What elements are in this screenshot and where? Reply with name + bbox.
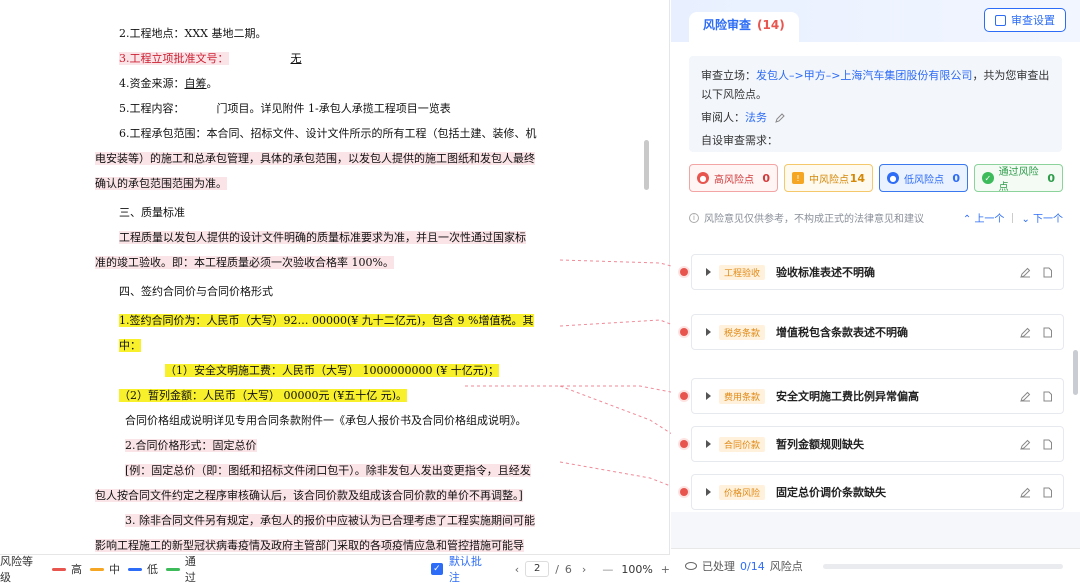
document-icon[interactable]: [1042, 267, 1053, 278]
contract-document[interactable]: 2.工程地点：XXX 基地二期。 3.工程立项批准文号：无 4.资金来源：自筹。…: [0, 0, 670, 583]
review-settings-button[interactable]: 审查设置: [984, 8, 1066, 32]
prev-risk-button[interactable]: ⌃ 上一个: [963, 210, 1005, 225]
panel-header: 风险审查 (14) 审查设置: [671, 0, 1080, 43]
expand-icon[interactable]: [706, 268, 711, 276]
document-icon[interactable]: [1042, 391, 1053, 402]
doc-line: 中：: [119, 339, 141, 352]
risk-title: 安全文明施工费比例异常偏高: [776, 390, 920, 403]
doc-line: 四、签约合同价与合同价格形式: [119, 285, 273, 298]
legend-low: 低: [127, 561, 158, 577]
legend-medium: 中: [89, 561, 120, 577]
next-page-icon[interactable]: ›: [582, 563, 586, 576]
doc-line: 电安装等）的施工和总承包管理，具体的承包范围，以发包人提供的施工图纸和发包人最终: [95, 152, 535, 165]
doc-line: 6.工程承包范围：本合同、招标文件、设计文件所示的所有工程（包括土建、装修、机: [119, 127, 537, 140]
doc-line: 4.资金来源：自筹。: [119, 77, 218, 90]
expand-icon[interactable]: [706, 328, 711, 336]
doc-line: 三、质量标准: [119, 206, 185, 219]
risk-tag: 费用条款: [719, 388, 766, 404]
badge-pass[interactable]: ✓ 通过风险点 0: [974, 164, 1063, 193]
risk-title: 固定总价调价条款缺失: [776, 486, 887, 499]
risk-dot-icon: [680, 488, 688, 496]
doc-line: 3. 除非合同文件另有规定，承包人的报价中应被认为已合理考虑了工程实施期间可能: [125, 514, 535, 527]
doc-line: 3.工程立项批准文号：无: [119, 52, 302, 65]
doc-line: 包人按合同文件约定之程序审核确认后，该合同价款及组成该合同价款的单价不再调整。]: [95, 489, 523, 502]
document-icon[interactable]: [1042, 327, 1053, 338]
doc-line: 合同价格组成说明详见专用合同条款附件一《承包人报价书及合同价格组成说明》。: [125, 414, 527, 427]
edit-icon[interactable]: [1020, 439, 1031, 450]
risk-dot-icon: [680, 328, 688, 336]
risk-item[interactable]: 价格风险 固定总价调价条款缺失: [680, 474, 1064, 510]
risk-dot-icon: [680, 268, 688, 276]
tab-risk-review[interactable]: 风险审查 (14): [689, 12, 799, 43]
custom-review-label: 自设审查需求：: [701, 134, 778, 147]
doc-line: 准的竣工验收。即：本工程质量必须一次验收合格率 100%。: [95, 256, 394, 269]
legend-pass: 通过: [165, 553, 207, 583]
risk-summary-badges: ● 高风险点 0 ! 中风险点 14 ● 低风险点 0 ✓ 通过风险点 0: [689, 164, 1063, 193]
progress-bar: [822, 563, 1063, 569]
page-input[interactable]: 2: [525, 561, 550, 577]
shield-icon: !: [792, 172, 804, 184]
edit-icon[interactable]: [1020, 267, 1031, 278]
disclaimer-row: i 风险意见仅供参考，不构成正式的法律意见和建议 ⌃ 上一个 ⌄ 下一个: [689, 210, 1063, 225]
risk-item[interactable]: 工程验收 验收标准表述不明确: [680, 254, 1064, 290]
doc-line: [例：固定总价（即：图纸和招标文件闭口包干）。除非发包人发出变更指令，且经发: [125, 464, 531, 477]
fire-icon: ●: [697, 172, 709, 184]
risk-tag: 价格风险: [719, 484, 766, 500]
risk-item[interactable]: 税务条款 增值税包含条款表述不明确: [680, 314, 1064, 350]
pager: ‹ 2 / 6 ›: [514, 561, 587, 577]
legend-high: 高: [51, 561, 82, 577]
doc-line: 确认的承包范围范围为准。: [95, 177, 227, 190]
doc-line: 2.合同价格形式：固定总价: [125, 439, 257, 452]
default-annotation-toggle[interactable]: ✓ 默认批注: [430, 553, 493, 583]
review-info-box: 审查立场：发包人–>甲方–>上海汽车集团股份有限公司，共为您审查出以下风险点。 …: [689, 56, 1062, 152]
risk-title: 增值税包含条款表述不明确: [776, 326, 909, 339]
edit-icon[interactable]: [1020, 487, 1031, 498]
prev-page-icon[interactable]: ‹: [515, 563, 519, 576]
risk-title: 暂列金额规则缺失: [776, 438, 865, 451]
edit-icon[interactable]: [1020, 391, 1031, 402]
document-icon[interactable]: [1042, 487, 1053, 498]
zoom-level: 100%: [621, 562, 653, 576]
edit-icon[interactable]: [1020, 327, 1031, 338]
panel-scrollbar[interactable]: [1073, 350, 1078, 395]
eye-icon: [685, 562, 697, 570]
info-icon: i: [689, 212, 699, 223]
document-toolbar: 风险等级 高 中 低 通过 ✓ 默认批注 ‹ 2 / 6 › — 100% +: [0, 554, 670, 583]
document-icon[interactable]: [1042, 439, 1053, 450]
checkbox-icon[interactable]: ✓: [430, 563, 443, 575]
next-risk-button[interactable]: ⌄ 下一个: [1021, 210, 1063, 225]
check-circle-icon: ✓: [982, 172, 994, 184]
doc-line: （2）暂列金额：人民币（大写） 00000元 (¥五十亿 元)。: [119, 389, 408, 402]
doc-line: （1）安全文明施工费：人民币（大写） 1000000000 (¥ 十亿元)；: [165, 364, 500, 377]
risk-review-panel: 风险审查 (14) 审查设置 审查立场：发包人–>甲方–>上海汽车集团股份有限公司…: [671, 0, 1080, 583]
risk-level-label: 风险等级: [0, 555, 33, 583]
settings-icon: [995, 14, 1006, 26]
doc-line: 5.工程内容： 门项目。详见附件 1-承包人承揽工程项目一览表: [119, 102, 451, 115]
doc-line: 1.签约合同价为：人民币（大写）92… 00000(¥ 九十二亿元)，包含 9 …: [119, 314, 534, 327]
expand-icon[interactable]: [706, 392, 711, 400]
drop-icon: ●: [887, 172, 899, 184]
document-scrollbar[interactable]: [644, 140, 649, 190]
risk-item[interactable]: 费用条款 安全文明施工费比例异常偏高: [680, 378, 1064, 414]
expand-icon[interactable]: [706, 440, 711, 448]
document-body: 2.工程地点：XXX 基地二期。 3.工程立项批准文号：无 4.资金来源：自筹。…: [0, 0, 660, 558]
zoom-in-button[interactable]: +: [661, 563, 670, 576]
expand-icon[interactable]: [706, 488, 711, 496]
risk-tag: 工程验收: [719, 264, 766, 280]
risk-title: 验收标准表述不明确: [776, 266, 876, 279]
risk-tag: 税务条款: [719, 324, 766, 340]
doc-line: 2.工程地点：XXX 基地二期。: [119, 27, 267, 40]
edit-reviewer-icon[interactable]: [774, 113, 785, 123]
processed-status-bar: 已处理 0/14 风险点: [671, 548, 1080, 583]
doc-line: 工程质量以发包人提供的设计文件明确的质量标准要求为准，并且一次性通过国家标: [119, 231, 526, 244]
badge-high-risk[interactable]: ● 高风险点 0: [689, 164, 778, 192]
risk-dot-icon: [680, 440, 688, 448]
risk-tag: 合同价款: [719, 436, 766, 452]
risk-dot-icon: [680, 392, 688, 400]
badge-medium-risk[interactable]: ! 中风险点 14: [784, 164, 873, 192]
badge-low-risk[interactable]: ● 低风险点 0: [879, 164, 968, 192]
risk-item[interactable]: 合同价款 暂列金额规则缺失: [680, 426, 1064, 462]
zoom-out-button[interactable]: —: [602, 563, 613, 576]
